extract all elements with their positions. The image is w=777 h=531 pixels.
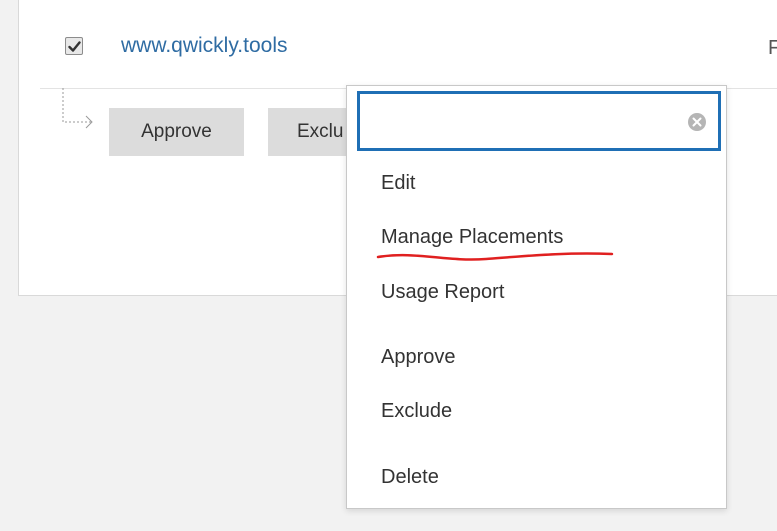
row-checkbox[interactable] <box>65 37 83 55</box>
exclude-button[interactable]: Exclu <box>268 108 350 156</box>
menu-item-approve[interactable]: Approve <box>381 344 456 370</box>
dropdown-search-input[interactable] <box>360 94 670 148</box>
approve-button[interactable]: Approve <box>109 108 244 156</box>
menu-item-delete[interactable]: Delete <box>381 464 439 490</box>
red-underline-annotation <box>376 252 614 261</box>
tool-url-link[interactable]: www.qwickly.tools <box>121 33 287 59</box>
menu-item-usage-report[interactable]: Usage Report <box>381 279 504 305</box>
check-icon <box>67 40 81 52</box>
row-right-text: F <box>768 37 777 59</box>
menu-item-manage-placements[interactable]: Manage Placements <box>381 224 563 250</box>
menu-item-exclude[interactable]: Exclude <box>381 398 452 424</box>
tree-connector-arrow-icon <box>62 88 93 129</box>
clear-search-icon[interactable] <box>687 112 707 132</box>
menu-item-edit[interactable]: Edit <box>381 170 415 196</box>
dropdown-search-box <box>357 91 721 151</box>
action-dropdown-menu: Edit Manage Placements Usage Report Appr… <box>346 85 727 509</box>
